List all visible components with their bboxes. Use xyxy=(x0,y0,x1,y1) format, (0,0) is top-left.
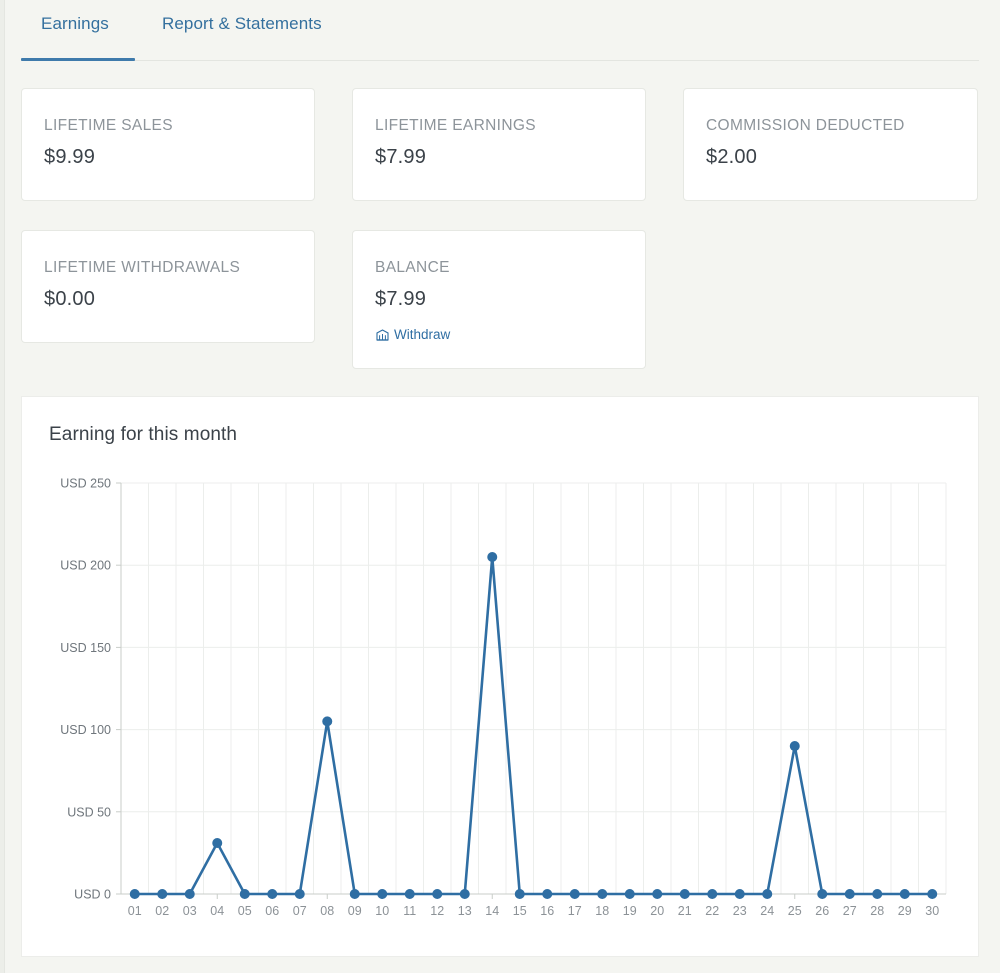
y-tick-label: USD 50 xyxy=(67,805,111,819)
card-lifetime-sales: LIFETIME SALES $9.99 xyxy=(21,88,315,201)
card-value: $7.99 xyxy=(375,146,427,168)
x-tick-label: 02 xyxy=(155,904,169,918)
x-tick-label: 29 xyxy=(898,904,912,918)
x-tick-label: 17 xyxy=(568,904,582,918)
data-point-marker[interactable] xyxy=(322,716,333,727)
data-point-marker[interactable] xyxy=(377,889,388,899)
data-point-marker[interactable] xyxy=(762,889,773,899)
x-tick-label: 04 xyxy=(210,904,224,918)
x-tick-label: 01 xyxy=(128,904,142,918)
x-tick-label: 27 xyxy=(843,904,857,918)
data-point-marker[interactable] xyxy=(184,889,195,899)
data-point-marker[interactable] xyxy=(542,889,553,899)
data-point-marker[interactable] xyxy=(459,889,470,899)
data-point-marker[interactable] xyxy=(789,741,800,752)
data-point-marker[interactable] xyxy=(239,889,250,899)
data-point-marker[interactable] xyxy=(294,889,305,899)
earnings-page: Earnings Report & Statements LIFETIME SA… xyxy=(0,0,1000,973)
data-point-marker[interactable] xyxy=(652,889,663,899)
card-lifetime-withdrawals: LIFETIME WITHDRAWALS $0.00 xyxy=(21,230,315,343)
x-tick-label: 28 xyxy=(870,904,884,918)
x-tick-label: 10 xyxy=(375,904,389,918)
card-commission-deducted: COMMISSION DEDUCTED $2.00 xyxy=(683,88,978,201)
data-point-marker[interactable] xyxy=(872,889,883,899)
data-point-marker[interactable] xyxy=(212,838,223,849)
y-tick-label: USD 150 xyxy=(60,641,111,655)
data-point-marker[interactable] xyxy=(129,889,140,899)
y-tick-label: USD 250 xyxy=(60,477,111,491)
x-tick-label: 22 xyxy=(705,904,719,918)
card-value: $2.00 xyxy=(706,146,758,168)
withdraw-bank-icon xyxy=(376,328,389,341)
x-tick-label: 12 xyxy=(430,904,444,918)
x-tick-label: 18 xyxy=(595,904,609,918)
data-point-marker[interactable] xyxy=(899,889,910,899)
x-tick-label: 16 xyxy=(540,904,554,918)
x-tick-label: 15 xyxy=(513,904,527,918)
x-tick-label: 19 xyxy=(623,904,637,918)
active-tab-indicator xyxy=(21,58,135,61)
data-point-marker[interactable] xyxy=(514,889,525,899)
x-tick-label: 30 xyxy=(925,904,939,918)
earnings-chart-panel: Earning for this month USD 0 USD 50 USD 10… xyxy=(21,396,979,957)
y-tick-label: USD 200 xyxy=(60,559,111,573)
data-point-marker[interactable] xyxy=(267,889,278,899)
card-label: LIFETIME WITHDRAWALS xyxy=(44,259,241,276)
x-tick-label: 26 xyxy=(815,904,829,918)
y-tick-label: USD 0 xyxy=(74,888,111,902)
card-label: LIFETIME EARNINGS xyxy=(375,117,536,134)
x-tick-label: 23 xyxy=(733,904,747,918)
data-point-marker[interactable] xyxy=(432,889,443,899)
tab-earnings[interactable]: Earnings xyxy=(41,14,109,50)
data-point-marker[interactable] xyxy=(569,889,580,899)
data-point-marker[interactable] xyxy=(349,889,360,899)
card-balance: BALANCE $7.99 Withdraw xyxy=(352,230,646,369)
data-point-marker[interactable] xyxy=(679,889,690,899)
y-tick-label: USD 100 xyxy=(60,723,111,737)
data-point-marker[interactable] xyxy=(404,889,415,899)
data-point-marker[interactable] xyxy=(624,889,635,899)
data-point-marker[interactable] xyxy=(927,889,938,899)
data-point-marker[interactable] xyxy=(734,889,745,899)
x-tick-label: 05 xyxy=(238,904,252,918)
card-label: LIFETIME SALES xyxy=(44,117,173,134)
data-point-marker[interactable] xyxy=(597,889,608,899)
x-tick-label: 20 xyxy=(650,904,664,918)
x-tick-label: 24 xyxy=(760,904,774,918)
x-tick-label: 21 xyxy=(678,904,692,918)
card-lifetime-earnings: LIFETIME EARNINGS $7.99 xyxy=(352,88,646,201)
card-value: $0.00 xyxy=(44,288,96,310)
data-point-marker[interactable] xyxy=(707,889,718,899)
x-tick-label: 13 xyxy=(458,904,472,918)
tab-bar: Earnings Report & Statements xyxy=(21,0,979,61)
data-point-marker[interactable] xyxy=(487,551,498,562)
tab-report-statements[interactable]: Report & Statements xyxy=(162,14,322,50)
x-tick-label: 25 xyxy=(788,904,802,918)
x-tick-label: 14 xyxy=(485,904,499,918)
withdraw-link[interactable]: Withdraw xyxy=(376,327,450,342)
card-label: COMMISSION DEDUCTED xyxy=(706,117,905,134)
x-tick-label: 06 xyxy=(265,904,279,918)
x-tick-label: 03 xyxy=(183,904,197,918)
x-tick-label: 08 xyxy=(320,904,334,918)
earnings-line-chart: USD 0 USD 50 USD 100 USD 150 USD 200 USD 250 0… xyxy=(60,477,947,918)
x-tick-label: 11 xyxy=(403,904,416,918)
data-point-marker[interactable] xyxy=(157,889,168,899)
withdraw-link-label: Withdraw xyxy=(394,327,451,342)
card-label: BALANCE xyxy=(375,259,450,276)
x-tick-label: 09 xyxy=(348,904,362,918)
data-point-marker[interactable] xyxy=(817,889,828,899)
card-value: $7.99 xyxy=(375,288,427,310)
data-point-marker[interactable] xyxy=(844,889,855,899)
x-tick-label: 07 xyxy=(293,904,307,918)
card-value: $9.99 xyxy=(44,146,96,168)
